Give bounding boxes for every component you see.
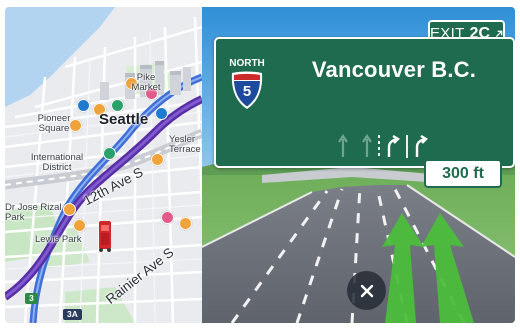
lane-arrows [338, 134, 428, 158]
pioneer-square-label: Pioneer Square [37, 113, 71, 134]
poi-icon[interactable] [161, 211, 174, 224]
map-view[interactable]: Pike Market Pioneer Square Seattle Yesle… [5, 7, 202, 323]
destination-text: Vancouver B.C. [311, 57, 477, 82]
lane-right-fork-icon [387, 134, 400, 157]
route-direction: NORTH [227, 56, 267, 71]
city-label: Seattle [99, 111, 149, 128]
poi-icon[interactable] [103, 147, 116, 160]
pike-market-label: Pike Market [131, 72, 161, 93]
poi-icon[interactable] [155, 107, 168, 120]
lewis-park-label: Lewis Park [35, 234, 82, 245]
lane-straight-icon [338, 134, 348, 157]
poi-icon[interactable] [179, 217, 192, 230]
poi-icon[interactable] [77, 99, 90, 112]
route-shield: 3 [25, 293, 38, 304]
close-icon [360, 284, 373, 297]
highway-guide-sign: NORTH 5 Vancouver B.C. [214, 37, 515, 168]
international-district-label: International District [30, 152, 84, 173]
route-shield: 3A [63, 309, 82, 320]
lane-right-turn-icon [415, 134, 428, 157]
poi-icon[interactable] [73, 219, 86, 232]
route-number: 5 [242, 83, 252, 100]
lane-straight-icon [362, 134, 372, 157]
jose-rizal-park-label: Dr Jose Rizal Park [5, 202, 62, 223]
red-vehicle-icon [99, 221, 111, 252]
yesler-terrace-label: Yesler Terrace [169, 134, 201, 155]
close-button[interactable] [347, 271, 386, 310]
lane-guidance-view: EXIT 2C NORTH 5 Vancouver B.C. 300 ft [202, 7, 515, 323]
navigation-app-frame: Pike Market Pioneer Square Seattle Yesle… [5, 7, 515, 323]
poi-icon[interactable] [151, 153, 164, 166]
interstate-shield: NORTH 5 [227, 56, 267, 112]
distance-to-exit: 300 ft [424, 159, 502, 188]
